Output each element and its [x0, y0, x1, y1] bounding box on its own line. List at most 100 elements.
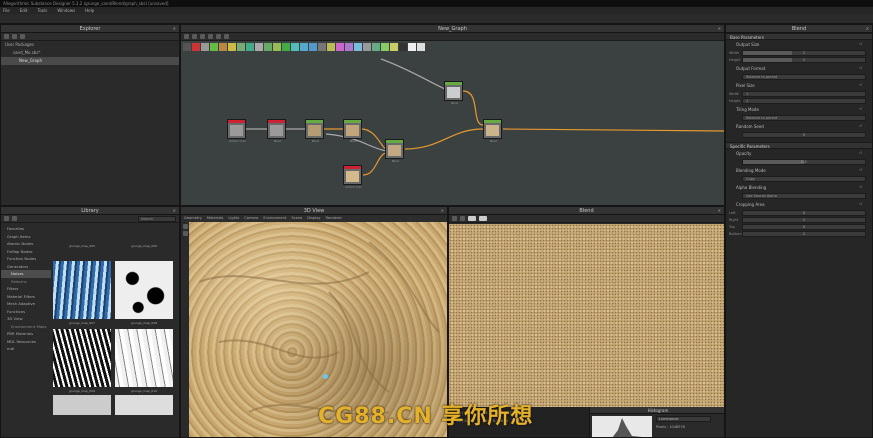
3d-menu-materials[interactable]: Materials [207, 215, 223, 222]
alpha-icon[interactable] [479, 216, 487, 221]
library-category[interactable]: FxMap Nodes [1, 248, 51, 256]
close-icon[interactable]: ✕ [441, 207, 444, 215]
library-category[interactable]: Environment Maps [1, 323, 51, 331]
param-reset-icon[interactable]: ↺ [859, 149, 862, 158]
output-height-slider[interactable]: Height 1 [729, 57, 866, 63]
filter-icon[interactable] [4, 216, 9, 221]
fit-icon[interactable] [452, 216, 457, 221]
close-icon[interactable]: ✕ [718, 207, 721, 215]
crop-top-slider[interactable]: Top 0 [729, 224, 866, 230]
open-icon[interactable] [12, 34, 17, 39]
random-seed-slider[interactable]: 0 [742, 132, 866, 138]
library-thumbnail[interactable] [115, 395, 173, 415]
crop-right-slider[interactable]: Right 1 [729, 217, 866, 223]
pixel-height-field[interactable]: Height 1 [729, 98, 866, 104]
graph-node[interactable]: Blend [343, 119, 362, 143]
library-thumbnail[interactable] [53, 261, 111, 319]
output-width-slider[interactable]: Width 1 [729, 50, 866, 56]
library-category[interactable]: Graph Items [1, 233, 51, 241]
param-reset-icon[interactable]: ↺ [859, 166, 862, 175]
graph-node[interactable]: Blend [385, 139, 404, 163]
crop-left-slider[interactable]: Left 0 [729, 210, 866, 216]
tile-icon[interactable] [468, 216, 476, 221]
library-category[interactable]: Noises [1, 270, 51, 278]
menu-edit[interactable]: Edit [20, 7, 28, 14]
2d-viewport[interactable] [449, 224, 724, 407]
save-icon[interactable] [20, 34, 25, 39]
tiling-mode-select[interactable]: Relative to parent [742, 115, 866, 121]
histogram-mode-select[interactable]: Luminance [656, 416, 711, 422]
crop-bottom-slider[interactable]: Bottom 1 [729, 231, 866, 237]
param-reset-icon[interactable]: ↺ [859, 105, 862, 114]
width-label: Width [729, 92, 740, 96]
node-label: Blend [489, 140, 498, 143]
light-icon[interactable] [182, 231, 188, 236]
light-gizmo-icon[interactable] [323, 374, 328, 379]
param-reset-icon[interactable]: ↺ [859, 81, 862, 90]
library-category[interactable]: PBR Materials [1, 330, 51, 338]
3d-menu-environment[interactable]: Environment [263, 215, 286, 222]
library-category[interactable]: Mesh Adaptive [1, 300, 51, 308]
3d-menu-renderer[interactable]: Renderer [326, 215, 342, 222]
library-category[interactable]: Function Nodes [1, 255, 51, 263]
graph-node[interactable]: Blend [267, 119, 286, 143]
library-category[interactable]: MDL Resources [1, 338, 51, 346]
section-specific-parameters[interactable]: Specific Parameters [726, 142, 872, 149]
graph-node[interactable]: Uniform Color [343, 165, 362, 189]
tree-item-graph[interactable]: New_Graph [1, 57, 179, 65]
library-thumbnail[interactable] [53, 329, 111, 387]
view-icon[interactable] [12, 216, 17, 221]
param-reset-icon[interactable]: ↺ [859, 122, 862, 131]
channels-icon[interactable] [460, 216, 465, 221]
graph-node[interactable]: Uniform Color [227, 119, 246, 143]
library-thumbnail[interactable] [53, 395, 111, 415]
3d-menu-camera[interactable]: Camera [244, 215, 258, 222]
param-reset-icon[interactable]: ↺ [859, 183, 862, 192]
section-base-parameters[interactable]: Base Parameters [726, 33, 872, 40]
3d-menu-lights[interactable]: Lights [228, 215, 239, 222]
crop-top-label: Top [729, 225, 735, 229]
graph-node[interactable]: Blend [444, 81, 463, 105]
opacity-slider[interactable]: 0.5 [742, 159, 866, 165]
graph-node[interactable]: Blend [483, 119, 502, 143]
library-search-input[interactable]: Search [138, 215, 176, 222]
library-category[interactable]: Functions [1, 308, 51, 316]
tree-item-package[interactable]: sand_Mo.sbs* [1, 49, 179, 57]
3d-menu-display[interactable]: Display [307, 215, 320, 222]
crop-bottom-value: 1 [802, 232, 806, 236]
param-reset-icon[interactable]: ↺ [859, 200, 862, 209]
library-thumbnail[interactable] [115, 329, 173, 387]
library-category[interactable]: 3D View [1, 315, 51, 323]
library-category[interactable]: mdl [1, 345, 51, 353]
library-category[interactable]: Atomic Nodes [1, 240, 51, 248]
param-reset-icon[interactable]: ↺ [859, 64, 862, 73]
menu-windows[interactable]: Windows [57, 7, 75, 14]
blending-mode-select[interactable]: Copy [742, 176, 866, 182]
library-category[interactable]: Patterns [1, 278, 51, 286]
library-category[interactable]: Favorites [1, 225, 51, 233]
library-thumbnail[interactable] [115, 261, 173, 319]
close-icon[interactable]: ✕ [866, 25, 869, 33]
close-icon[interactable]: ✕ [173, 207, 176, 215]
pixel-width-field[interactable]: Width 1 [729, 91, 866, 97]
close-icon[interactable]: ✕ [173, 25, 176, 33]
param-reset-icon[interactable]: ↺ [859, 40, 862, 49]
3d-menu-geometry[interactable]: Geometry [184, 215, 202, 222]
3d-menu-scene[interactable]: Scene [291, 215, 302, 222]
menu-tools[interactable]: Tools [37, 7, 47, 14]
tree-item-user-packages[interactable]: User Packages [1, 41, 179, 49]
alpha-blending-select[interactable]: Use Source Alpha [742, 193, 866, 199]
param-label: Cropping Area [736, 202, 765, 207]
library-category[interactable]: Generators [1, 263, 51, 271]
new-package-icon[interactable] [4, 34, 9, 39]
camera-icon[interactable] [182, 224, 188, 229]
graph-node[interactable]: Blend [305, 119, 324, 143]
histogram-graph [592, 416, 652, 437]
menu-file[interactable]: File [3, 7, 10, 14]
explorer-panel: Explorer ✕ User Packages sand_Mo.sbs* New… [0, 24, 180, 206]
library-category[interactable]: Filters [1, 285, 51, 293]
library-category[interactable]: Material Filters [1, 293, 51, 301]
node-thumbnail [447, 87, 460, 98]
output-format-select[interactable]: Relative to parent [742, 74, 866, 80]
menu-help[interactable]: Help [85, 7, 94, 14]
